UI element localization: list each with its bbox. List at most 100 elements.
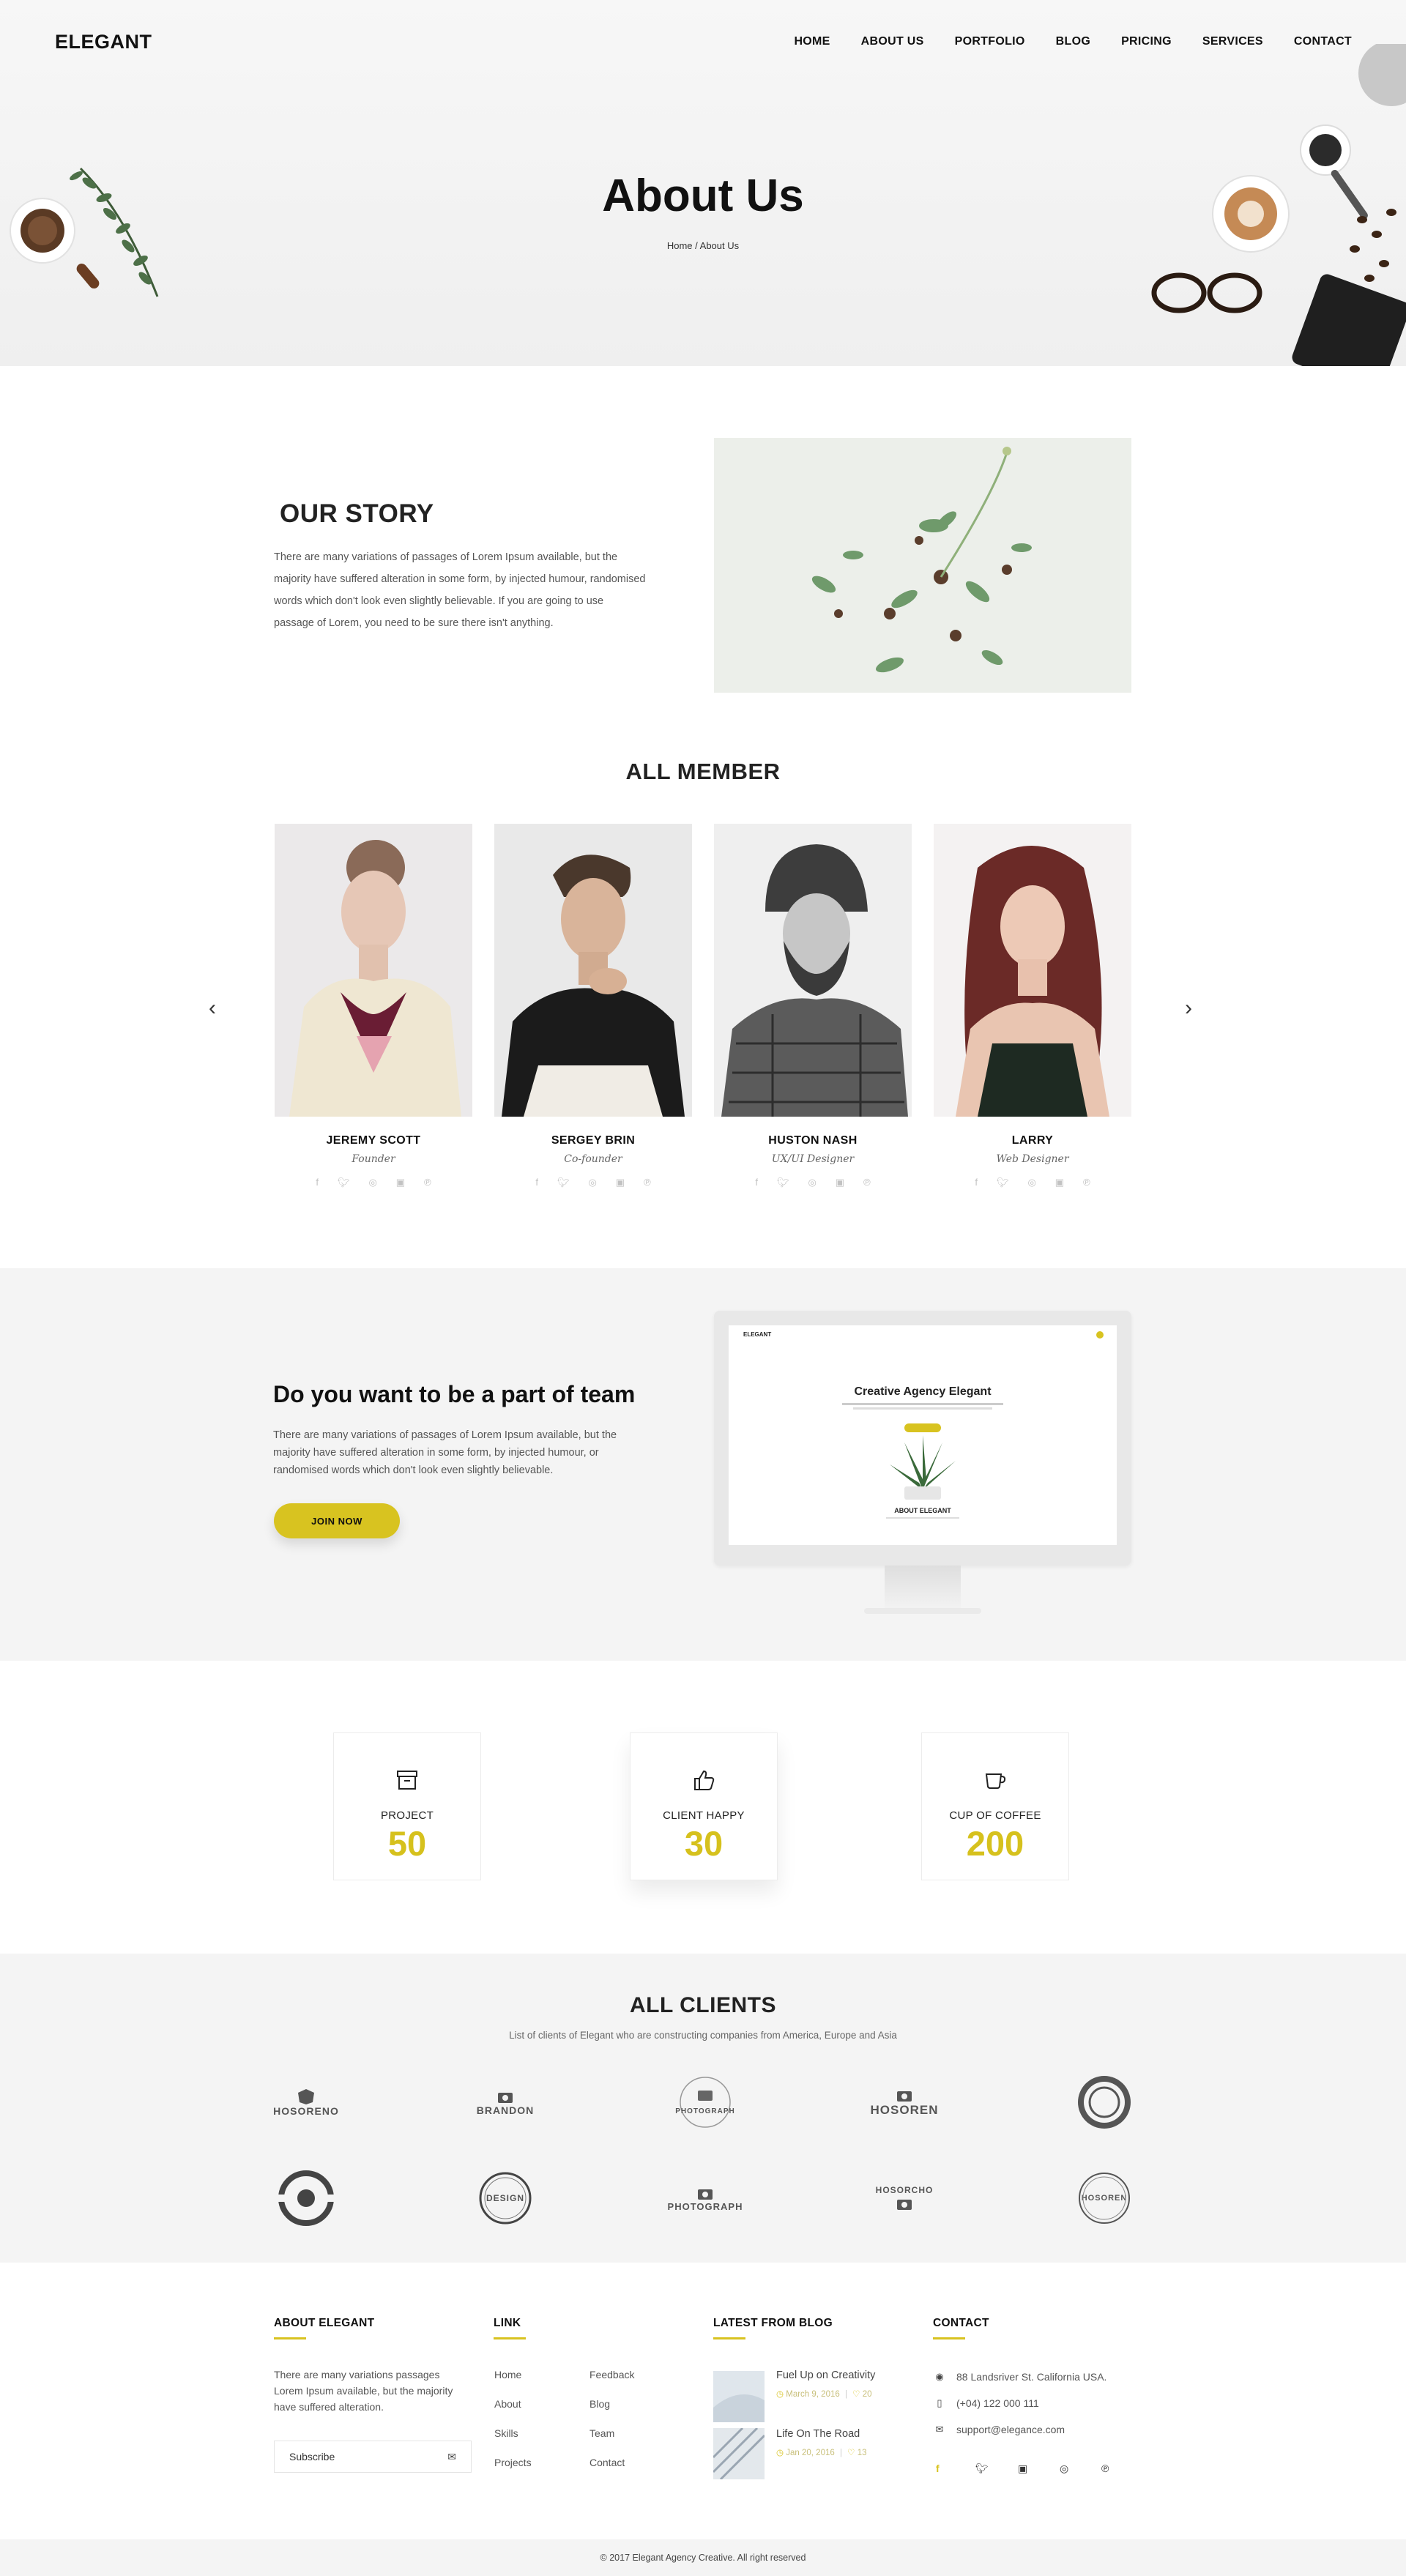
monitor-screen: ELEGANT Creative Agency Elegant ABOUT EL…: [729, 1325, 1117, 1545]
stat-card: CUP OF COFFEE 200: [921, 1732, 1069, 1880]
client-logo[interactable]: HOSORENO: [266, 2069, 346, 2135]
client-logo[interactable]: PHOTOGRAPH: [665, 2069, 745, 2135]
hero-section: ELEGANT HOME ABOUT US PORTFOLIO BLOG PRI…: [0, 0, 1406, 366]
breadcrumb[interactable]: Home / About Us: [0, 240, 1406, 251]
story-title: OUR STORY: [280, 499, 434, 528]
clients-title: ALL CLIENTS: [630, 1993, 776, 2017]
thumbs-up-icon: [631, 1767, 777, 1793]
client-logo[interactable]: HOSOREN: [864, 2069, 945, 2135]
clock-icon: ◷: [776, 2449, 784, 2457]
facebook-icon[interactable]: f: [975, 1177, 978, 1188]
footer-link-team[interactable]: Team: [589, 2427, 614, 2439]
member-socials: f 🐦︎ ◎ ▣ ℗: [714, 1177, 912, 1188]
twitter-icon[interactable]: 🐦︎: [777, 1177, 789, 1188]
pinterest-icon[interactable]: ℗: [1101, 2463, 1109, 2474]
carousel-prev-icon[interactable]: ‹: [209, 996, 216, 1021]
twitter-icon[interactable]: 🐦︎: [997, 1177, 1009, 1188]
instagram-icon[interactable]: ▣: [1055, 1177, 1064, 1188]
heart-icon[interactable]: ♡: [847, 2449, 855, 2457]
nav-about-us[interactable]: ABOUT US: [861, 35, 924, 48]
instagram-icon[interactable]: ▣: [616, 1177, 625, 1188]
dribbble-icon[interactable]: ◎: [1060, 2463, 1068, 2475]
footer-blog-title: LATEST FROM BLOG: [713, 2317, 833, 2329]
screen-about: ABOUT ELEGANT: [894, 1507, 951, 1514]
stat-value: 200: [966, 1824, 1024, 1863]
footer-link-skills[interactable]: Skills: [494, 2427, 518, 2439]
client-logo[interactable]: [266, 2165, 346, 2231]
footer-link-home[interactable]: Home: [494, 2369, 521, 2380]
pinterest-icon[interactable]: ℗: [1083, 1177, 1090, 1188]
nav-portfolio[interactable]: PORTFOLIO: [955, 35, 1025, 48]
subscribe-input[interactable]: Subscribe ✉: [274, 2441, 472, 2473]
member-socials: f 🐦︎ ◎ ▣ ℗: [494, 1177, 692, 1188]
blog-post-title[interactable]: Fuel Up on Creativity: [776, 2370, 875, 2381]
blog-thumbnail[interactable]: [713, 2371, 765, 2422]
site-logo[interactable]: ELEGANT: [55, 31, 152, 53]
instagram-icon[interactable]: ▣: [836, 1177, 844, 1188]
footer-link-contact[interactable]: Contact: [589, 2457, 625, 2468]
story-text: There are many variations of passages of…: [274, 551, 646, 629]
twitter-icon[interactable]: 🐦︎: [338, 1177, 350, 1188]
members-title: ALL MEMBER: [625, 759, 781, 784]
main-nav: HOME ABOUT US PORTFOLIO BLOG PRICING SER…: [763, 35, 1352, 48]
heart-icon[interactable]: ♡: [852, 2390, 860, 2399]
monitor-stand: [885, 1566, 961, 1609]
blog-thumbnail[interactable]: [713, 2428, 765, 2479]
dribbble-icon[interactable]: ◎: [368, 1177, 376, 1188]
facebook-icon[interactable]: f: [936, 2463, 940, 2474]
facebook-icon[interactable]: f: [755, 1177, 758, 1188]
instagram-icon[interactable]: ▣: [396, 1177, 405, 1188]
nav-contact[interactable]: CONTACT: [1294, 35, 1352, 48]
member-card: HUSTON NASH UX/UI Designer f 🐦︎ ◎ ▣ ℗: [714, 824, 912, 1188]
pinterest-icon[interactable]: ℗: [424, 1177, 431, 1188]
client-logo[interactable]: HOSOREN: [1064, 2165, 1145, 2231]
instagram-icon[interactable]: ▣: [1018, 2463, 1027, 2475]
clock-icon: ◷: [776, 2390, 784, 2399]
dribbble-icon[interactable]: ◎: [1027, 1177, 1035, 1188]
monitor-mockup: ELEGANT Creative Agency Elegant ABOUT EL…: [714, 1311, 1131, 1614]
footer-link-feedback[interactable]: Feedback: [589, 2369, 634, 2380]
client-logo[interactable]: HOSORCHO: [864, 2165, 945, 2231]
join-now-button[interactable]: JOIN NOW: [274, 1503, 400, 1538]
blog-post-title[interactable]: Life On The Road: [776, 2428, 860, 2440]
twitter-icon[interactable]: 🐦︎: [557, 1177, 570, 1188]
client-logo[interactable]: DESIGN: [465, 2165, 546, 2231]
pinterest-icon[interactable]: ℗: [644, 1177, 651, 1188]
nav-services[interactable]: SERVICES: [1202, 35, 1263, 48]
member-name: HUSTON NASH: [768, 1134, 858, 1147]
location-icon: ◉: [935, 2371, 944, 2382]
mail-icon[interactable]: ✉: [447, 2451, 456, 2463]
nav-blog[interactable]: BLOG: [1056, 35, 1090, 48]
footer-about-title: ABOUT ELEGANT: [274, 2317, 375, 2329]
footer-link-blog[interactable]: Blog: [589, 2398, 610, 2410]
screen-logo: ELEGANT: [743, 1331, 772, 1338]
member-card: SERGEY BRIN Co-founder f 🐦︎ ◎ ▣ ℗: [494, 824, 692, 1188]
blog-post-meta: ◷ March 9, 2016 | ♡ 20: [776, 2390, 872, 2399]
nav-home[interactable]: HOME: [794, 35, 830, 48]
twitter-icon[interactable]: 🐦︎: [975, 2463, 989, 2475]
member-name: JEREMY SCOTT: [326, 1134, 421, 1147]
member-photo: [494, 824, 692, 1117]
dribbble-icon[interactable]: ◎: [808, 1177, 816, 1188]
stat-value: 50: [387, 1824, 427, 1863]
member-photo: [934, 824, 1131, 1117]
member-photo: [275, 824, 472, 1117]
facebook-icon[interactable]: f: [316, 1177, 319, 1188]
stat-label: CUP OF COFFEE: [949, 1809, 1041, 1822]
footer-link-about[interactable]: About: [494, 2398, 521, 2410]
pinterest-icon[interactable]: ℗: [863, 1177, 871, 1188]
dribbble-icon[interactable]: ◎: [588, 1177, 596, 1188]
carousel-next-icon[interactable]: ›: [1185, 996, 1192, 1021]
screen-plant: [890, 1435, 956, 1500]
client-logo[interactable]: BRANDON: [465, 2069, 546, 2135]
client-logo[interactable]: PHOTOGRAPH: [665, 2165, 745, 2231]
member-card: LARRY Web Designer f 🐦︎ ◎ ▣ ℗: [934, 824, 1131, 1188]
footer-link-projects[interactable]: Projects: [494, 2457, 532, 2468]
screen-title: Creative Agency Elegant: [854, 1385, 992, 1398]
client-logo[interactable]: [1064, 2069, 1145, 2135]
member-socials: f 🐦︎ ◎ ▣ ℗: [934, 1177, 1131, 1188]
member-name: LARRY: [1011, 1134, 1054, 1147]
nav-pricing[interactable]: PRICING: [1121, 35, 1172, 48]
phone-icon: ▯: [937, 2397, 942, 2408]
facebook-icon[interactable]: f: [535, 1177, 538, 1188]
